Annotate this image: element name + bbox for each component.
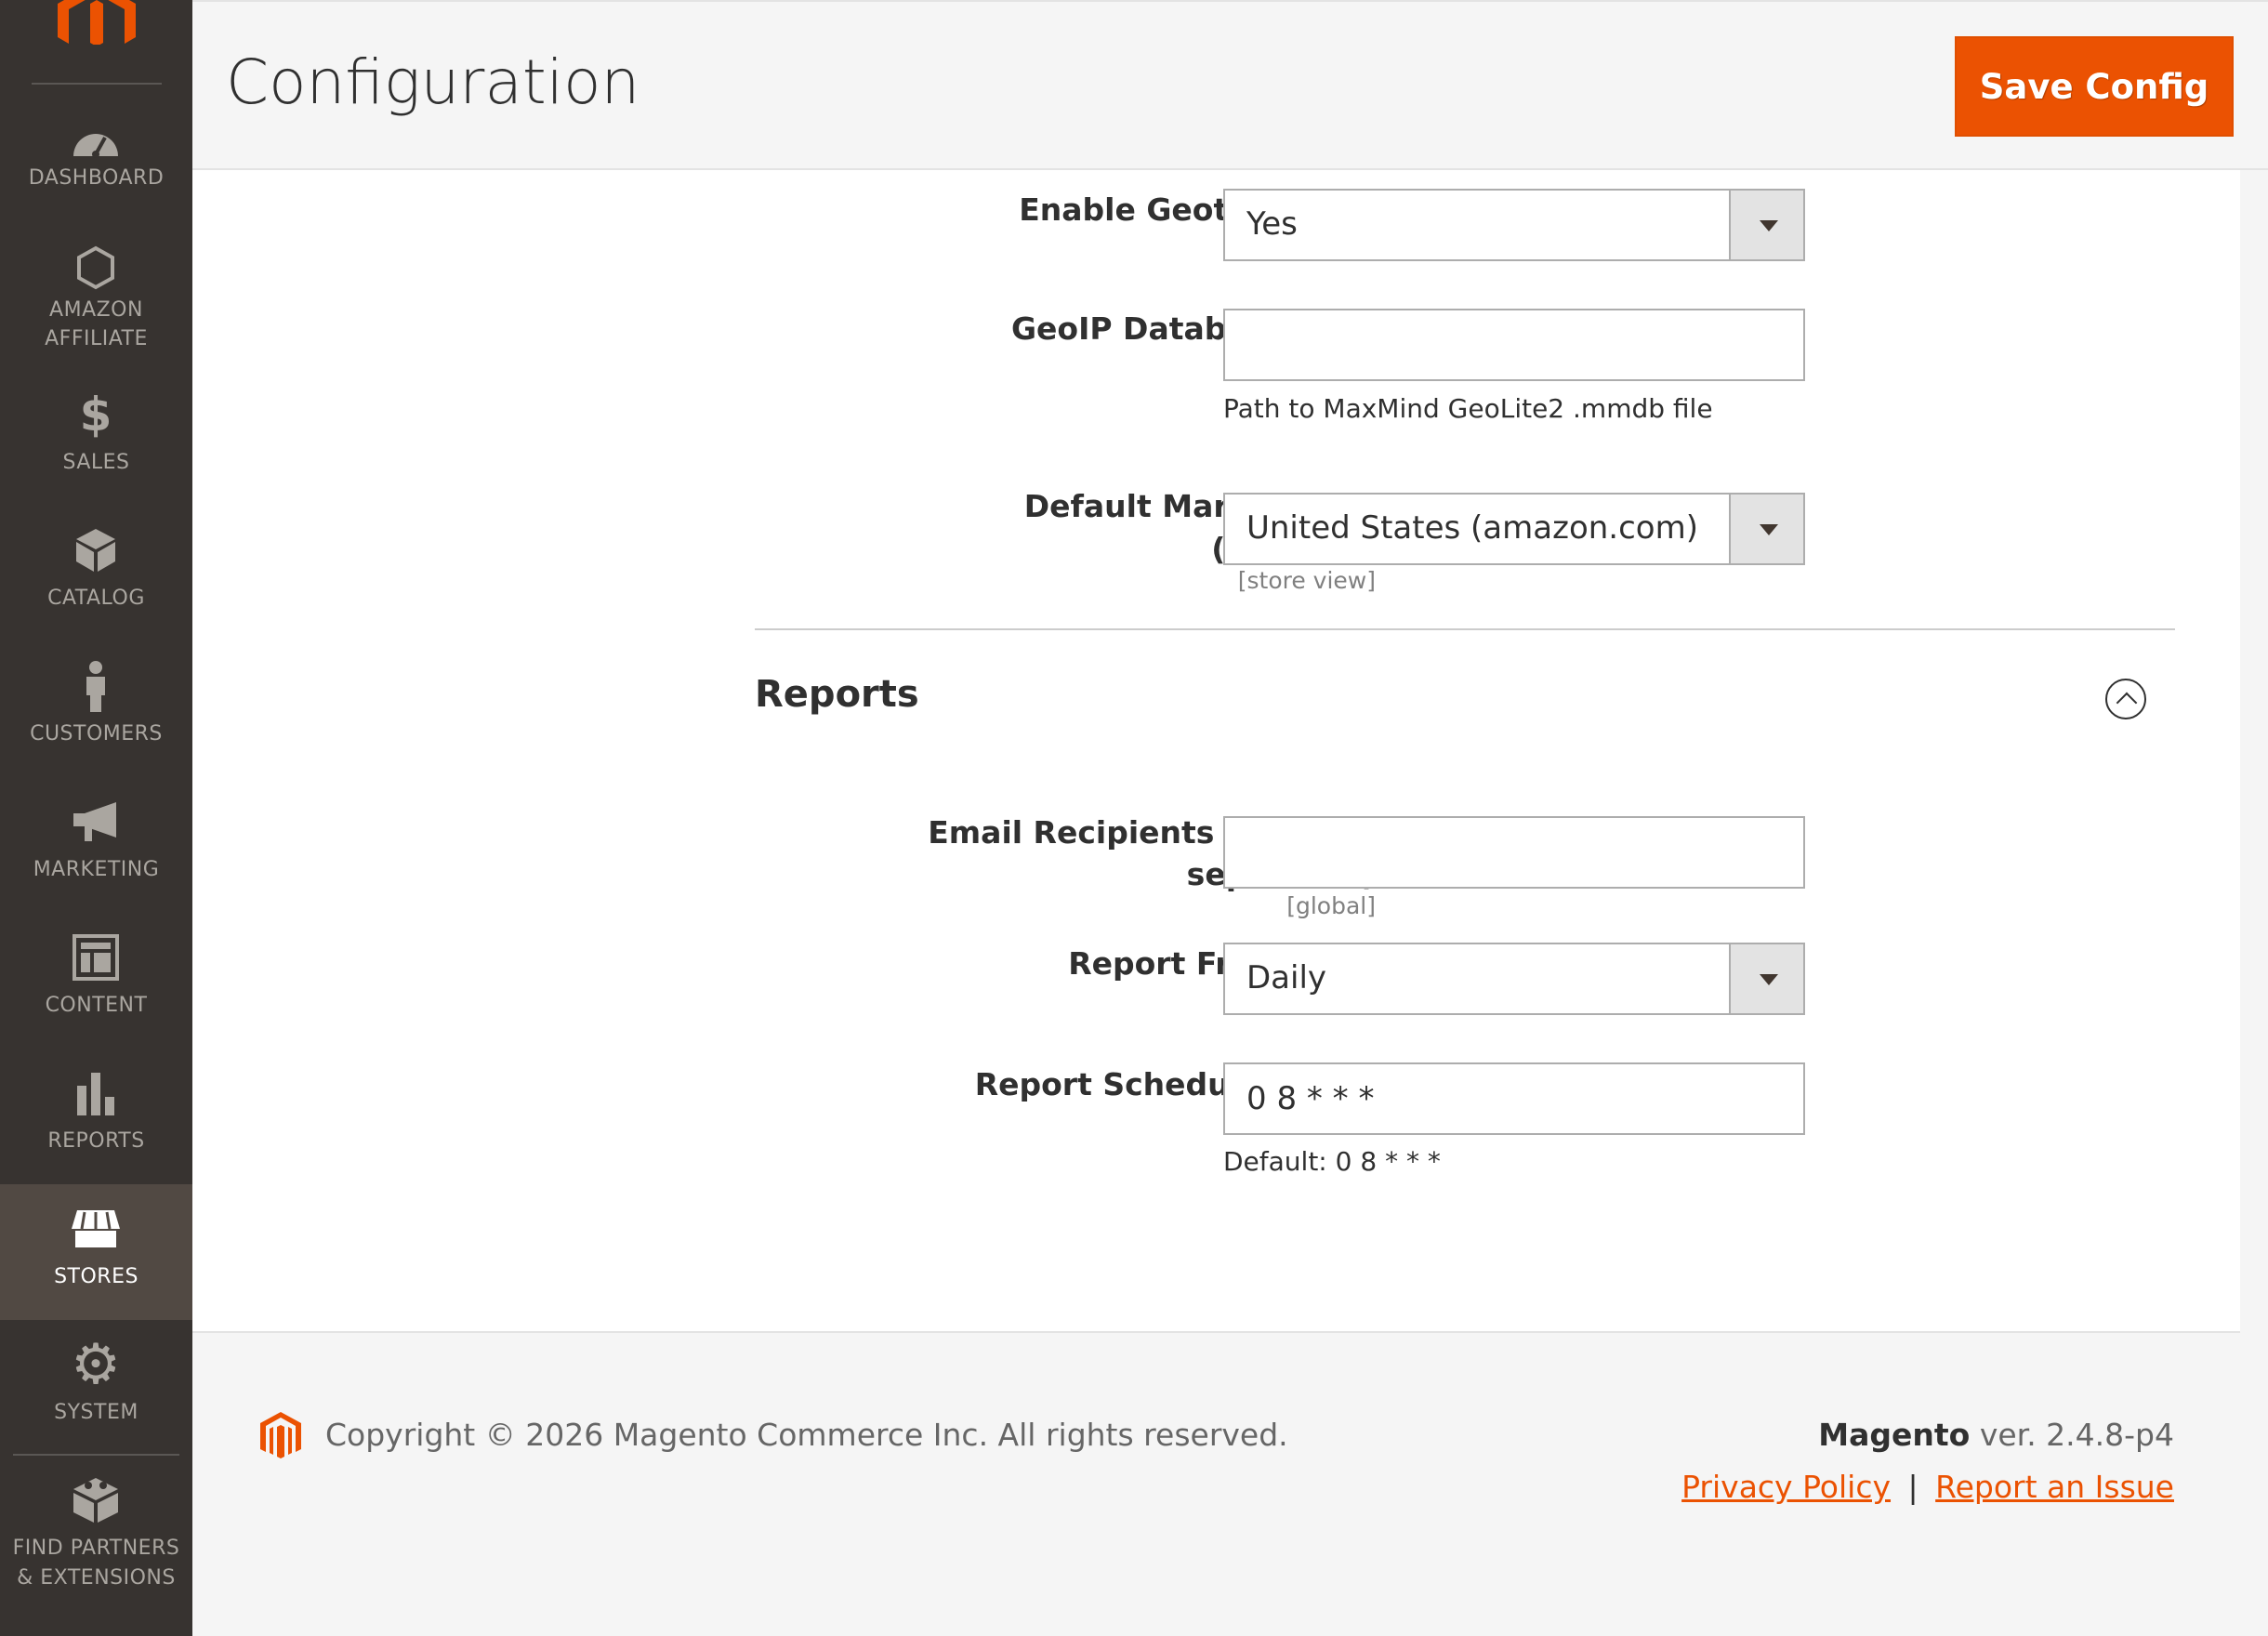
reports-section-title[interactable]: Reports: [755, 673, 919, 716]
select-value: Yes: [1246, 205, 1298, 243]
save-config-button[interactable]: Save Config: [1955, 36, 2234, 137]
collapse-icon[interactable]: [2105, 679, 2146, 719]
nav-label: REPORTS: [47, 1129, 145, 1153]
geoip-path-input[interactable]: [1223, 309, 1805, 381]
privacy-policy-link[interactable]: Privacy Policy: [1681, 1469, 1891, 1505]
nav-item-stores[interactable]: STORES: [0, 1184, 192, 1320]
nav-item-amazon-affiliate[interactable]: AMAZON AFFILIATE: [0, 234, 192, 370]
megaphone-icon: [68, 796, 124, 848]
chevron-down-icon[interactable]: [1729, 944, 1803, 1013]
nav-label: CATALOG: [47, 587, 145, 610]
section-divider: [755, 628, 2175, 630]
chevron-down-icon[interactable]: [1729, 191, 1803, 259]
dashboard-icon: [68, 113, 124, 165]
nav-divider: [13, 1454, 179, 1456]
nav-item-marketing[interactable]: MARKETING: [0, 796, 192, 931]
version-number: ver. 2.4.8-p4: [1970, 1417, 2174, 1453]
hexagon-icon: [68, 242, 124, 294]
admin-sidebar: DASHBOARD AMAZON AFFILIATE $ SALES CATAL…: [0, 0, 192, 1636]
store-icon: [68, 1203, 124, 1255]
nav-item-dashboard[interactable]: DASHBOARD: [0, 102, 192, 238]
box-icon: [68, 524, 124, 576]
nav-item-find-partners[interactable]: FIND PARTNERS & EXTENSIONS: [0, 1472, 192, 1608]
nav-label: STORES: [54, 1265, 138, 1288]
report-issue-link[interactable]: Report an Issue: [1935, 1469, 2174, 1505]
nav-item-sales[interactable]: $ SALES: [0, 388, 192, 524]
report-frequency-select[interactable]: Daily: [1223, 943, 1805, 1015]
footer-links: Privacy Policy | Report an Issue: [1681, 1469, 2174, 1505]
page-header: Configuration Save Config: [192, 0, 2268, 170]
nav-label: MARKETING: [33, 858, 160, 881]
person-icon: [68, 660, 124, 712]
magento-footer-logo: [260, 1412, 301, 1458]
bar-chart-icon: [68, 1067, 124, 1119]
brand-name: Magento: [1818, 1417, 1971, 1453]
nav-item-reports[interactable]: REPORTS: [0, 1067, 192, 1203]
version-text: Magento ver. 2.4.8-p4: [1818, 1417, 2174, 1453]
copyright-text: Copyright © 2026 Magento Commerce Inc. A…: [325, 1417, 1288, 1453]
report-schedule-note: Default: 0 8 * * *: [1223, 1146, 1441, 1177]
select-value: United States (amazon.com): [1246, 509, 1698, 547]
select-value: Daily: [1246, 959, 1327, 996]
dollar-icon: $: [79, 388, 112, 442]
nav-label: DASHBOARD: [28, 166, 165, 190]
email-recipients-input[interactable]: [1223, 816, 1805, 889]
marketplace-select[interactable]: United States (amazon.com): [1223, 493, 1805, 565]
nav-label: AMAZON: [49, 298, 143, 322]
magento-logo[interactable]: [52, 0, 141, 45]
page-title: Configuration: [226, 46, 640, 118]
nav-label-line2: AFFILIATE: [45, 327, 148, 350]
nav-item-content[interactable]: CONTENT: [0, 931, 192, 1067]
email-recipients-scope: [global]: [1286, 892, 1376, 919]
layout-icon: [68, 931, 124, 983]
nav-label: CUSTOMERS: [30, 722, 163, 745]
nav-item-catalog[interactable]: CATALOG: [0, 524, 192, 660]
link-separator: |: [1907, 1469, 1919, 1505]
nav-item-customers[interactable]: CUSTOMERS: [0, 660, 192, 796]
report-schedule-input[interactable]: [1223, 1062, 1805, 1135]
nav-label-line2: & EXTENSIONS: [17, 1566, 176, 1590]
nav-label: SYSTEM: [54, 1401, 138, 1424]
nav-label: FIND PARTNERS: [12, 1537, 180, 1560]
logo-divider: [32, 83, 162, 85]
extensions-icon: [68, 1472, 124, 1524]
geotargeting-select[interactable]: Yes: [1223, 189, 1805, 261]
geoip-path-note: Path to MaxMind GeoLite2 .mmdb file: [1223, 393, 1713, 424]
nav-label: CONTENT: [45, 994, 148, 1017]
config-form: Enable Geotargeting [store view] Yes Geo…: [192, 170, 2240, 1333]
chevron-down-icon[interactable]: [1729, 495, 1803, 563]
nav-label: SALES: [62, 451, 130, 474]
gear-icon: ⚙: [71, 1332, 121, 1397]
marketplace-scope: [store view]: [1237, 567, 1376, 594]
